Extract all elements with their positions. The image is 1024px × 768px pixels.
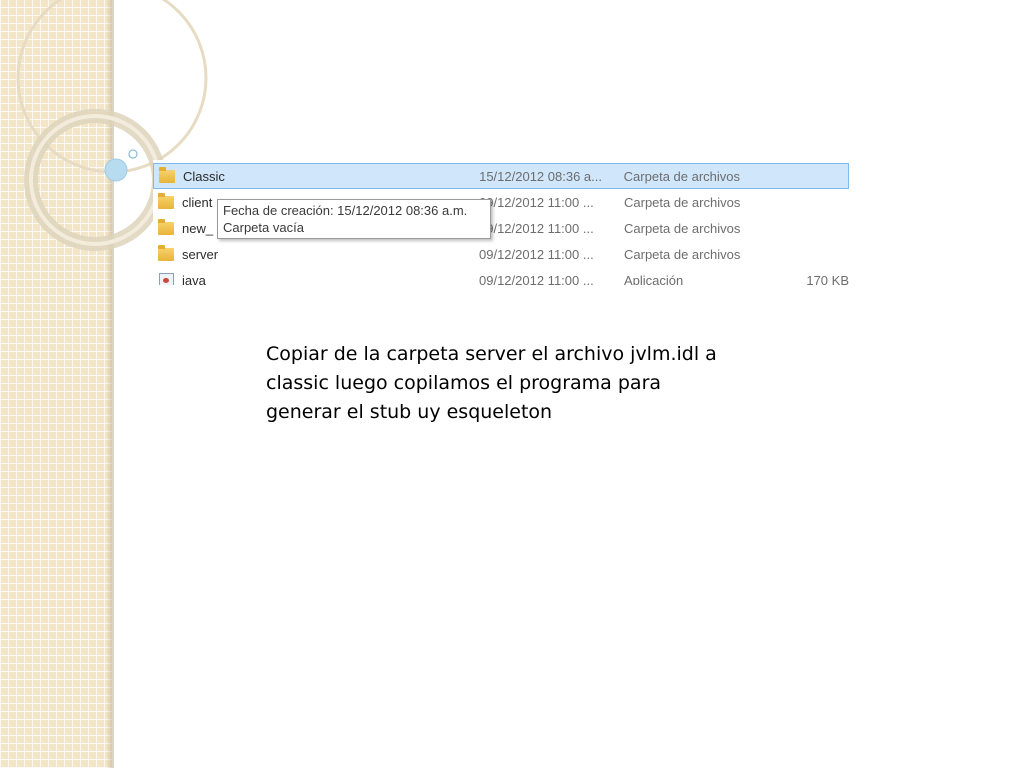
folder-icon: [158, 245, 176, 262]
caption-line-2: classic luego copilamos el programa para: [266, 372, 662, 394]
decorative-circles: [16, 0, 208, 251]
file-date: 09/12/2012 11:00 ...: [479, 272, 594, 286]
file-name: Classic: [182, 168, 225, 184]
file-name: java: [182, 272, 206, 286]
folder-icon: [159, 167, 177, 184]
file-row-java[interactable]: java 09/12/2012 11:00 ... Aplicación 170…: [153, 267, 849, 285]
caption-line-1: Copiar de la carpeta server el archivo j…: [266, 343, 717, 365]
folder-icon: [158, 193, 176, 210]
tooltip-folder-status: Carpeta vacía: [223, 220, 304, 235]
medium-ring-highlight: [29, 114, 161, 246]
file-date: 15/12/2012 08:36 a...: [479, 168, 602, 184]
blue-bubble-icon: [104, 158, 128, 182]
slide-caption: Copiar de la carpeta server el archivo j…: [266, 340, 786, 427]
folder-info-tooltip: Fecha de creación: 15/12/2012 08:36 a.m.…: [217, 199, 491, 239]
file-type: Carpeta de archivos: [624, 220, 741, 236]
tooltip-creation-date: Fecha de creación: 15/12/2012 08:36 a.m.: [223, 203, 468, 218]
file-type: Carpeta de archivos: [623, 168, 741, 184]
file-row-classic[interactable]: Classic 15/12/2012 08:36 a... Carpeta de…: [153, 163, 849, 189]
small-bubble-icon: [128, 149, 138, 159]
file-date: 09/12/2012 11:00 ...: [479, 246, 594, 262]
file-date: 09/12/2012 11:00 ...: [479, 220, 594, 236]
file-type: Carpeta de archivos: [624, 246, 741, 262]
file-name: server: [182, 246, 219, 262]
file-date: 09/12/2012 11:00 ...: [479, 194, 594, 210]
file-size: 170 KB: [806, 272, 849, 286]
file-row-server[interactable]: server 09/12/2012 11:00 ... Carpeta de a…: [153, 241, 849, 267]
application-icon: [158, 272, 176, 285]
file-type: Aplicación: [624, 272, 684, 286]
file-type: Carpeta de archivos: [624, 194, 741, 210]
folder-icon: [158, 219, 176, 236]
caption-line-3: generar el stub uy esqueleton: [266, 401, 553, 423]
